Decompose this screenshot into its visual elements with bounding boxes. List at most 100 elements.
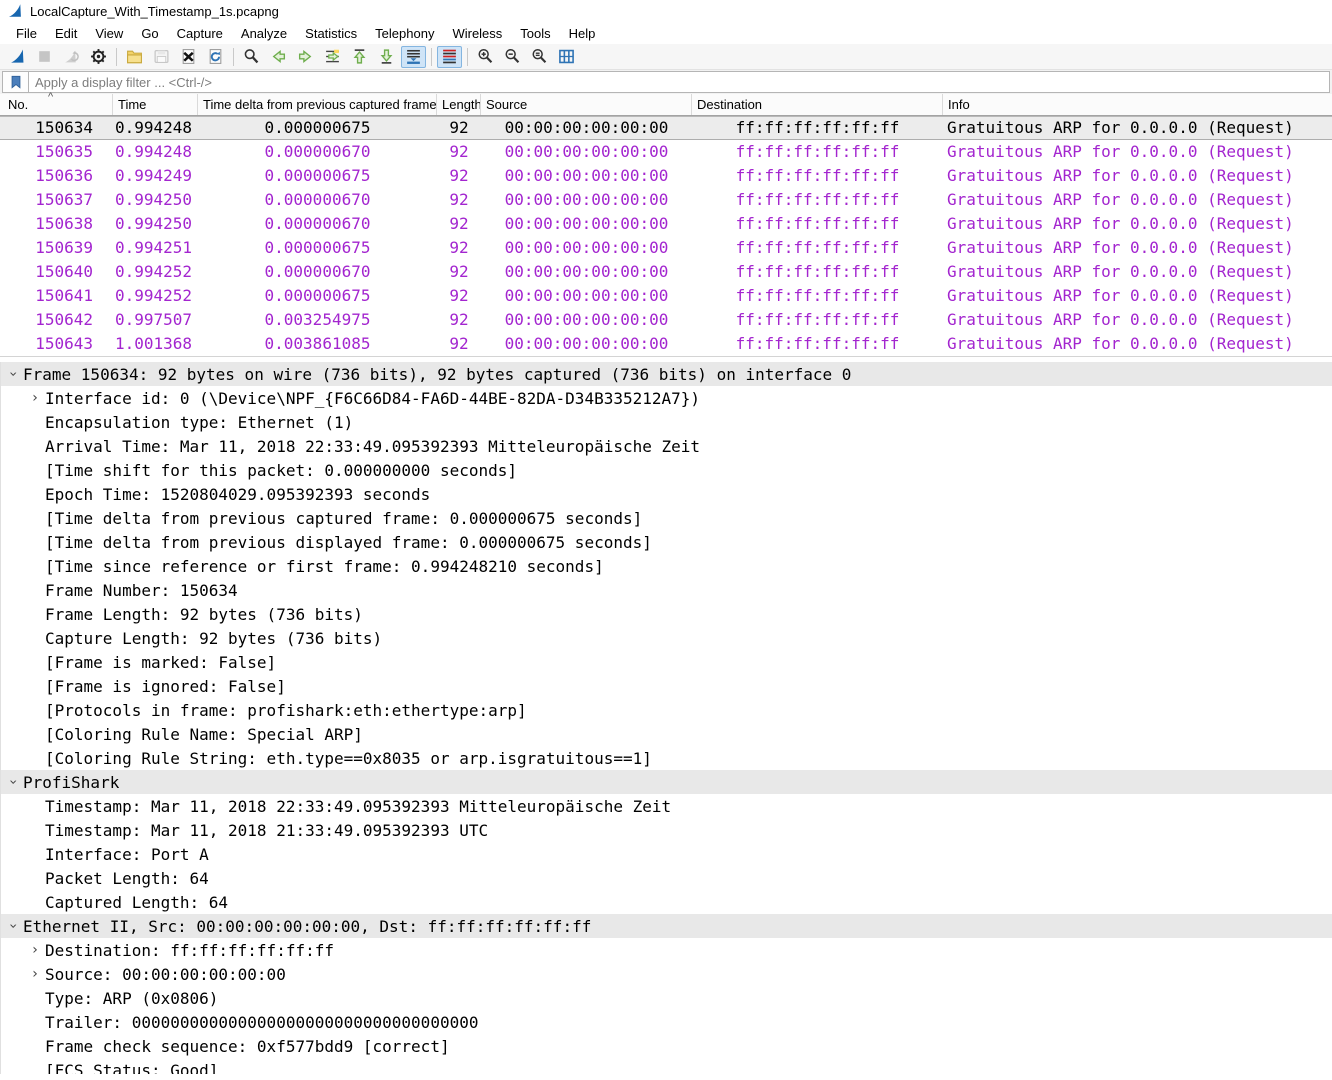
expanded-arrow-icon[interactable]: › bbox=[5, 770, 21, 794]
cell-info: Gratuitous ARP for 0.0.0.0 (Request) bbox=[943, 188, 1332, 212]
packet-row[interactable]: 1506370.9942500.0000006709200:00:00:00:0… bbox=[0, 188, 1332, 212]
column-header-destination[interactable]: Destination bbox=[692, 94, 943, 115]
detail-text: Timestamp: Mar 11, 2018 22:33:49.0953923… bbox=[43, 797, 671, 816]
go-last-packet-button[interactable] bbox=[374, 46, 399, 68]
menu-edit[interactable]: Edit bbox=[46, 24, 86, 43]
cell-length: 92 bbox=[437, 284, 481, 308]
detail-field[interactable]: [Time since reference or first frame: 0.… bbox=[1, 554, 1332, 578]
detail-field[interactable]: Timestamp: Mar 11, 2018 22:33:49.0953923… bbox=[1, 794, 1332, 818]
packet-row[interactable]: 1506350.9942480.0000006709200:00:00:00:0… bbox=[0, 140, 1332, 164]
menu-view[interactable]: View bbox=[86, 24, 132, 43]
capture-options-button[interactable] bbox=[86, 46, 111, 68]
cell-time: 0.994248 bbox=[113, 140, 198, 164]
resize-columns-button[interactable] bbox=[554, 46, 579, 68]
menu-capture[interactable]: Capture bbox=[168, 24, 232, 43]
auto-scroll-button[interactable] bbox=[401, 46, 426, 68]
packet-row[interactable]: 1506420.9975070.0032549759200:00:00:00:0… bbox=[0, 308, 1332, 332]
window-title: LocalCapture_With_Timestamp_1s.pcapng bbox=[30, 4, 279, 19]
go-forward-button[interactable] bbox=[293, 46, 318, 68]
detail-field[interactable]: [Time delta from previous captured frame… bbox=[1, 506, 1332, 530]
main-toolbar bbox=[0, 44, 1332, 70]
go-first-packet-button[interactable] bbox=[347, 46, 372, 68]
collapsed-arrow-icon[interactable]: › bbox=[27, 386, 43, 410]
detail-field[interactable]: Frame Length: 92 bytes (736 bits) bbox=[1, 602, 1332, 626]
collapsed-arrow-icon[interactable]: › bbox=[27, 938, 43, 962]
close-file-button[interactable] bbox=[176, 46, 201, 68]
open-file-button[interactable] bbox=[122, 46, 147, 68]
cell-delta: 0.000000670 bbox=[198, 140, 437, 164]
detail-text: Encapsulation type: Ethernet (1) bbox=[43, 413, 353, 432]
detail-text: [Time since reference or first frame: 0.… bbox=[43, 557, 604, 576]
detail-field[interactable]: [FCS Status: Good] bbox=[1, 1058, 1332, 1074]
detail-field[interactable]: [Coloring Rule Name: Special ARP] bbox=[1, 722, 1332, 746]
menu-file[interactable]: File bbox=[7, 24, 46, 43]
go-to-packet-button[interactable] bbox=[320, 46, 345, 68]
expanded-arrow-icon[interactable]: › bbox=[5, 914, 21, 938]
menu-wireless[interactable]: Wireless bbox=[443, 24, 511, 43]
zoom-normal-button[interactable] bbox=[527, 46, 552, 68]
detail-text: Destination: ff:ff:ff:ff:ff:ff bbox=[43, 941, 334, 960]
column-header-no[interactable]: No. bbox=[0, 94, 113, 115]
column-header-time-delta-from-previous-captured-frame[interactable]: Time delta from previous captured frame bbox=[198, 94, 437, 115]
detail-field[interactable]: Epoch Time: 1520804029.095392393 seconds bbox=[1, 482, 1332, 506]
colorize-packets-button[interactable] bbox=[437, 46, 462, 68]
packet-row[interactable]: 1506390.9942510.0000006759200:00:00:00:0… bbox=[0, 236, 1332, 260]
packet-row[interactable]: 1506410.9942520.0000006759200:00:00:00:0… bbox=[0, 284, 1332, 308]
packet-row[interactable]: 1506431.0013680.0038610859200:00:00:00:0… bbox=[0, 332, 1332, 356]
detail-field[interactable]: Interface: Port A bbox=[1, 842, 1332, 866]
cell-delta: 0.000000670 bbox=[198, 212, 437, 236]
packet-row[interactable]: 1506380.9942500.0000006709200:00:00:00:0… bbox=[0, 212, 1332, 236]
expanded-arrow-icon[interactable]: › bbox=[5, 362, 21, 386]
detail-section-header[interactable]: ›ProfiShark bbox=[1, 770, 1332, 794]
cell-time: 0.994250 bbox=[113, 212, 198, 236]
cell-time: 0.997507 bbox=[113, 308, 198, 332]
detail-field[interactable]: [Time delta from previous displayed fram… bbox=[1, 530, 1332, 554]
display-filter-input[interactable] bbox=[29, 72, 1329, 92]
column-header-source[interactable]: Source bbox=[481, 94, 692, 115]
find-packet-button[interactable] bbox=[239, 46, 264, 68]
detail-field[interactable]: [Time shift for this packet: 0.000000000… bbox=[1, 458, 1332, 482]
detail-field[interactable]: Trailer: 0000000000000000000000000000000… bbox=[1, 1010, 1332, 1034]
cell-destination: ff:ff:ff:ff:ff:ff bbox=[692, 188, 943, 212]
cell-info: Gratuitous ARP for 0.0.0.0 (Request) bbox=[943, 332, 1332, 356]
packet-row[interactable]: 1506360.9942490.0000006759200:00:00:00:0… bbox=[0, 164, 1332, 188]
detail-field[interactable]: [Frame is ignored: False] bbox=[1, 674, 1332, 698]
detail-field[interactable]: ›Destination: ff:ff:ff:ff:ff:ff bbox=[1, 938, 1332, 962]
detail-field[interactable]: Frame Number: 150634 bbox=[1, 578, 1332, 602]
cell-delta: 0.000000675 bbox=[198, 236, 437, 260]
column-header-time[interactable]: Time bbox=[113, 94, 198, 115]
detail-field[interactable]: Packet Length: 64 bbox=[1, 866, 1332, 890]
menu-analyze[interactable]: Analyze bbox=[232, 24, 296, 43]
detail-field[interactable]: Timestamp: Mar 11, 2018 21:33:49.0953923… bbox=[1, 818, 1332, 842]
detail-section-header[interactable]: ›Frame 150634: 92 bytes on wire (736 bit… bbox=[1, 362, 1332, 386]
detail-field[interactable]: [Coloring Rule String: eth.type==0x8035 … bbox=[1, 746, 1332, 770]
menu-tools[interactable]: Tools bbox=[511, 24, 559, 43]
detail-field[interactable]: Captured Length: 64 bbox=[1, 890, 1332, 914]
start-capture-button[interactable] bbox=[5, 46, 30, 68]
packet-row[interactable]: 1506340.9942480.0000006759200:00:00:00:0… bbox=[0, 116, 1332, 140]
detail-field[interactable]: ›Interface id: 0 (\Device\NPF_{F6C66D84-… bbox=[1, 386, 1332, 410]
packet-row[interactable]: 1506400.9942520.0000006709200:00:00:00:0… bbox=[0, 260, 1332, 284]
detail-field[interactable]: ›Source: 00:00:00:00:00:00 bbox=[1, 962, 1332, 986]
detail-field[interactable]: Frame check sequence: 0xf577bdd9 [correc… bbox=[1, 1034, 1332, 1058]
reload-file-button[interactable] bbox=[203, 46, 228, 68]
menu-statistics[interactable]: Statistics bbox=[296, 24, 366, 43]
detail-field[interactable]: Encapsulation type: Ethernet (1) bbox=[1, 410, 1332, 434]
menu-help[interactable]: Help bbox=[560, 24, 605, 43]
detail-field[interactable]: [Protocols in frame: profishark:eth:ethe… bbox=[1, 698, 1332, 722]
detail-field[interactable]: Type: ARP (0x0806) bbox=[1, 986, 1332, 1010]
detail-field[interactable]: Arrival Time: Mar 11, 2018 22:33:49.0953… bbox=[1, 434, 1332, 458]
detail-section-header[interactable]: ›Ethernet II, Src: 00:00:00:00:00:00, Ds… bbox=[1, 914, 1332, 938]
column-header-info[interactable]: Info bbox=[943, 94, 1332, 115]
column-header-length[interactable]: Length bbox=[437, 94, 481, 115]
collapsed-arrow-icon[interactable]: › bbox=[27, 962, 43, 986]
zoom-out-button[interactable] bbox=[500, 46, 525, 68]
filter-bookmark-button[interactable] bbox=[3, 72, 29, 92]
detail-field[interactable]: [Frame is marked: False] bbox=[1, 650, 1332, 674]
go-back-button[interactable] bbox=[266, 46, 291, 68]
zoom-in-button[interactable] bbox=[473, 46, 498, 68]
menu-telephony[interactable]: Telephony bbox=[366, 24, 443, 43]
menu-go[interactable]: Go bbox=[132, 24, 167, 43]
save-file-button bbox=[149, 46, 174, 68]
detail-field[interactable]: Capture Length: 92 bytes (736 bits) bbox=[1, 626, 1332, 650]
